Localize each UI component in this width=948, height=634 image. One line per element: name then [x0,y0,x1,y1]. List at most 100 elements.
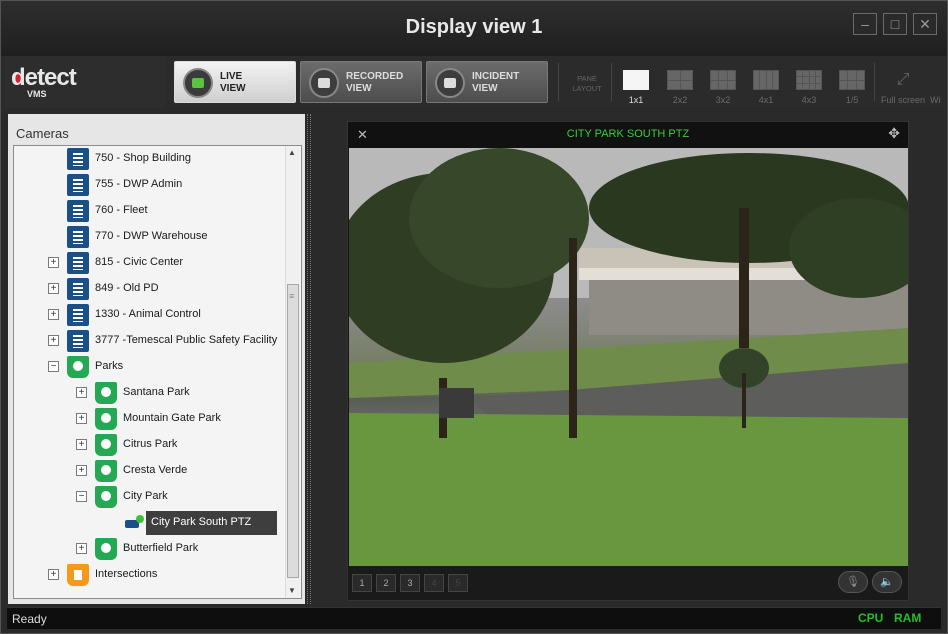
grid-cell [680,80,692,89]
tree-item[interactable]: City Park South PTZ [14,510,284,536]
viewer-header: ✕ CITY PARK SOUTH PTZ ✥ [348,122,908,148]
move-pane-icon[interactable]: ✥ [888,125,900,142]
tree-item[interactable]: + Santana Park [14,380,284,406]
grid-cell [815,83,821,89]
grid-cell [797,77,803,83]
expand-icon[interactable]: + [76,465,87,476]
film-camera-icon [309,68,339,98]
live-view-button[interactable]: LIVE VIEW [174,61,296,103]
ptz-preset-button[interactable]: 2 [376,574,396,592]
tree-item[interactable]: + Mountain Gate Park [14,406,284,432]
tree-item[interactable]: +849 - Old PD [14,276,284,302]
close-button[interactable]: ✕ [913,13,937,35]
speaker-button[interactable]: 🔈 [872,571,902,593]
collapse-icon[interactable]: − [76,491,87,502]
app-window: Display view 1 – □ ✕ detect VMS LIVE VIE… [0,0,948,634]
tree-item[interactable]: 750 - Shop Building [14,146,284,172]
tree-item-label: 770 - DWP Warehouse [95,230,208,242]
tree-item[interactable]: + Intersections [14,562,284,588]
minimize-button[interactable]: – [853,13,877,35]
viewer-footer: 12345 🎙 🔈 [348,566,908,600]
tree-scrollbar[interactable]: ▲ ≡ ▼ [285,146,300,598]
grid-cell [848,71,856,80]
scroll-thumb[interactable] [287,284,299,578]
grid-cell [680,71,692,80]
scroll-down-arrow-icon[interactable]: ▼ [288,586,296,595]
building-icon [67,278,89,300]
tree-item-label: 849 - Old PD [95,282,159,294]
full-screen-button[interactable]: ⤢ Full screen [877,70,929,105]
tree-item[interactable]: 770 - DWP Warehouse [14,224,284,250]
tree-item[interactable]: +1330 - Animal Control [14,302,284,328]
grid-cell [760,71,766,89]
tree-item-label: Mountain Gate Park [123,412,221,424]
grid-cell [668,71,680,80]
toolbar-divider [611,63,612,101]
microphone-button[interactable]: 🎙 [838,571,868,593]
layout-option-label: 2x2 [672,95,688,105]
full-screen-label: Full screen [880,95,925,105]
expand-icon[interactable]: + [48,283,59,294]
expand-icon[interactable]: + [48,309,59,320]
toolbar-divider [558,63,559,101]
tree-item-label: 1330 - Animal Control [95,308,201,320]
tree-item[interactable]: − Parks [14,354,284,380]
expand-icon[interactable]: + [76,387,87,398]
layout-option-label: 3x2 [715,95,731,105]
intersection-icon [67,564,89,586]
expand-icon[interactable]: + [48,335,59,346]
live-view-label: LIVE VIEW [220,71,246,94]
camera-part [136,515,144,523]
layout-option[interactable]: 1x1 [616,70,656,105]
tree-item-label: City Park [123,490,168,502]
expand-icon[interactable]: + [48,569,59,580]
grid-cell [815,71,821,77]
ptz-preset-button[interactable]: 5 [448,574,468,592]
expand-icon[interactable]: + [76,543,87,554]
tree-item-label: Santana Park [123,386,190,398]
tree-item[interactable]: + Citrus Park [14,432,284,458]
scroll-grip-icon: ≡ [289,291,295,301]
layout-option[interactable]: 4x1 [746,70,786,105]
expand-icon[interactable]: + [48,257,59,268]
grid-cell [809,77,815,83]
tree-item-label: Intersections [95,568,158,580]
scroll-up-arrow-icon[interactable]: ▲ [288,148,296,157]
tree-item[interactable]: +3777 -Temescal Public Safety Facility [14,328,284,354]
grid-cell [856,80,864,89]
grid-cell [624,71,648,89]
park-pin-icon [95,408,117,430]
collapse-icon[interactable]: − [48,361,59,372]
layout-option-label: 1/5 [845,95,859,105]
tree-item-label: 750 - Shop Building [95,152,192,164]
grid-cell [797,83,803,89]
panel-splitter[interactable] [307,114,311,604]
tree-item[interactable]: 755 - DWP Admin [14,172,284,198]
logo-sub: VMS [27,89,47,99]
tree-item-label: City Park South PTZ [151,516,252,528]
window-button-label[interactable]: Wi [930,95,941,105]
ptz-preset-button[interactable]: 1 [352,574,372,592]
ptz-preset-button[interactable]: 3 [400,574,420,592]
tree-item[interactable]: 760 - Fleet [14,198,284,224]
incident-view-button[interactable]: INCIDENT VIEW [426,61,548,103]
grid-cell [766,71,772,89]
park-pin-icon [95,382,117,404]
layout-option[interactable]: 2x2 [660,70,700,105]
maximize-button[interactable]: □ [883,13,907,35]
layout-option[interactable]: 1/5 [832,70,872,105]
grid-layout-icon [839,70,865,90]
layout-option[interactable]: 4x3 [789,70,829,105]
expand-icon[interactable]: + [76,413,87,424]
live-video-feed[interactable] [349,148,908,566]
recorded-view-button[interactable]: RECORDED VIEW [300,61,422,103]
building-icon [67,304,89,326]
layout-option[interactable]: 3x2 [703,70,743,105]
tree-item[interactable]: + Butterfield Park [14,536,284,562]
tree-item[interactable]: + Cresta Verde [14,458,284,484]
expand-icon[interactable]: + [76,439,87,450]
tree-item[interactable]: +815 - Civic Center [14,250,284,276]
ptz-preset-button[interactable]: 4 [424,574,444,592]
grid-cell [840,80,848,89]
tree-item[interactable]: − City Park [14,484,284,510]
